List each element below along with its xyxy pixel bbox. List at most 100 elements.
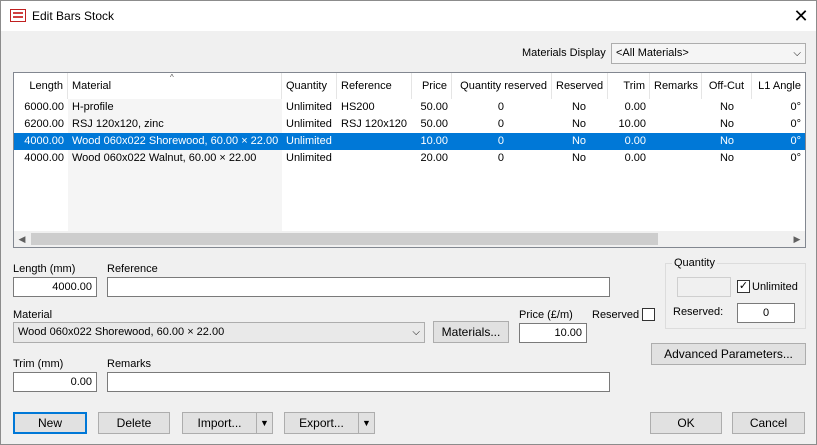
column-header-price[interactable]: Price <box>412 73 452 99</box>
trim-input[interactable]: 0.00 <box>13 372 97 392</box>
column-header-reserved[interactable]: Reserved <box>552 73 608 99</box>
materials-display-label: Materials Display <box>522 47 606 59</box>
cell-offcut: No <box>719 152 735 164</box>
column-header-quantity-reserved[interactable]: Quantity reserved <box>452 73 552 99</box>
cell-material: Wood 060x022 Walnut, 60.00 × 22.00 <box>72 152 257 164</box>
cell-remarks <box>650 116 702 133</box>
material-select[interactable]: Wood 060x022 Shorewood, 60.00 × 22.00 ⌵ <box>13 322 425 343</box>
import-button-label: Import... <box>197 416 242 430</box>
material-select-value: Wood 060x022 Shorewood, 60.00 × 22.00 <box>18 326 225 338</box>
column-header-l1-angle[interactable]: L1 Angle <box>752 73 805 99</box>
cell-quantity-reserved: 0 <box>497 101 504 113</box>
cell-trim: 0.00 <box>624 152 646 164</box>
cell-reference <box>337 133 412 150</box>
export-button-label: Export... <box>299 416 344 430</box>
cell-offcut: No <box>719 135 735 147</box>
cancel-button[interactable]: Cancel <box>732 412 805 434</box>
material-label: Material <box>13 309 53 321</box>
scroll-right-icon[interactable]: ▶ <box>789 231 805 247</box>
cell-quantity: Unlimited <box>286 118 332 130</box>
table-row[interactable]: 6200.00 RSJ 120x120, zinc Unlimited RSJ … <box>14 116 805 133</box>
edit-bars-stock-dialog: Edit Bars Stock ✕ Materials Display <All… <box>0 0 817 445</box>
length-input[interactable]: 4000.00 <box>13 277 97 297</box>
table-row-selected[interactable]: 4000.00 Wood 060x022 Shorewood, 60.00 × … <box>14 133 805 150</box>
column-header-quantity[interactable]: Quantity <box>282 73 337 99</box>
delete-button[interactable]: Delete <box>98 412 170 434</box>
cell-reference: HS200 <box>341 101 375 113</box>
cell-reference: RSJ 120x120 <box>341 118 408 130</box>
close-button[interactable]: ✕ <box>787 3 815 29</box>
cell-l1-angle: 0° <box>790 118 801 130</box>
materials-display-select[interactable]: <All Materials> ⌵ <box>611 43 806 64</box>
ok-button[interactable]: OK <box>650 412 722 434</box>
chevron-down-icon: ⌵ <box>412 327 420 338</box>
cell-price: 20.00 <box>420 152 448 164</box>
column-header-reference[interactable]: Reference <box>337 73 412 99</box>
length-label: Length (mm) <box>13 263 76 275</box>
export-dropdown-icon[interactable]: ▼ <box>358 413 374 433</box>
scroll-left-icon[interactable]: ◀ <box>14 231 30 247</box>
cell-price: 10.00 <box>420 135 448 147</box>
cell-reserved: No <box>571 152 586 164</box>
quantity-input[interactable] <box>677 277 731 297</box>
column-header-material[interactable]: Material <box>68 73 282 99</box>
close-icon: ✕ <box>793 6 809 26</box>
checkmark-icon: ✓ <box>738 280 749 292</box>
reserved-quantity-input[interactable]: 0 <box>737 303 795 323</box>
reference-input[interactable] <box>107 277 610 297</box>
cell-material: H-profile <box>72 101 114 113</box>
cell-reserved: No <box>571 101 586 113</box>
unlimited-checkbox[interactable]: ✓ <box>737 280 750 293</box>
advanced-parameters-button[interactable]: Advanced Parameters... <box>651 343 806 365</box>
cell-length: 6200.00 <box>24 118 64 130</box>
table-row[interactable]: 4000.00 Wood 060x022 Walnut, 60.00 × 22.… <box>14 150 805 167</box>
cell-material: Wood 060x022 Shorewood, 60.00 × 22.00 <box>72 135 279 147</box>
cell-material: RSJ 120x120, zinc <box>72 118 164 130</box>
cell-quantity: Unlimited <box>286 135 332 147</box>
cell-length: 4000.00 <box>24 135 64 147</box>
cell-remarks <box>650 99 702 116</box>
column-header-trim[interactable]: Trim <box>608 73 650 99</box>
cell-remarks <box>650 133 702 150</box>
chevron-down-icon: ⌵ <box>793 48 801 59</box>
reserved-checkbox[interactable] <box>642 308 655 321</box>
import-button[interactable]: Import... ▼ <box>182 412 273 434</box>
table-header: Length Material ^ Quantity Reference Pri… <box>14 73 805 99</box>
title-bar: Edit Bars Stock ✕ <box>1 1 816 31</box>
cell-trim: 0.00 <box>624 101 646 113</box>
new-button[interactable]: New <box>13 412 87 434</box>
cell-remarks <box>650 150 702 167</box>
cell-price: 50.00 <box>420 101 448 113</box>
horizontal-scrollbar[interactable]: ◀ ▶ <box>14 231 805 247</box>
cell-offcut: No <box>719 101 735 113</box>
reserved-label: Reserved <box>592 309 640 321</box>
cell-price: 50.00 <box>420 118 448 130</box>
cell-trim: 0.00 <box>624 135 646 147</box>
cell-offcut: No <box>719 118 735 130</box>
cell-length: 6000.00 <box>24 101 64 113</box>
cell-l1-angle: 0° <box>790 152 801 164</box>
import-dropdown-icon[interactable]: ▼ <box>256 413 272 433</box>
materials-button[interactable]: Materials... <box>433 321 509 343</box>
cell-reference <box>337 150 412 167</box>
scrollbar-thumb[interactable] <box>31 233 658 245</box>
cell-quantity: Unlimited <box>286 101 332 113</box>
cell-reserved: No <box>571 135 586 147</box>
table-row[interactable]: 6000.00 H-profile Unlimited HS200 50.00 … <box>14 99 805 116</box>
export-button[interactable]: Export... ▼ <box>284 412 375 434</box>
cell-quantity-reserved: 0 <box>497 152 504 164</box>
bars-stock-icon <box>10 9 26 22</box>
sort-ascending-icon: ^ <box>170 73 174 82</box>
cell-l1-angle: 0° <box>790 135 801 147</box>
price-input[interactable]: 10.00 <box>519 323 587 343</box>
column-header-length[interactable]: Length <box>14 73 68 99</box>
cell-quantity: Unlimited <box>286 152 332 164</box>
materials-display-value: <All Materials> <box>616 47 689 59</box>
unlimited-label: Unlimited <box>752 281 798 293</box>
reference-label: Reference <box>107 263 158 275</box>
cell-reserved: No <box>571 118 586 130</box>
bars-stock-table[interactable]: Length Material ^ Quantity Reference Pri… <box>13 72 806 248</box>
column-header-offcut[interactable]: Off-Cut <box>702 73 752 99</box>
remarks-input[interactable] <box>107 372 610 392</box>
column-header-remarks[interactable]: Remarks <box>650 73 702 99</box>
